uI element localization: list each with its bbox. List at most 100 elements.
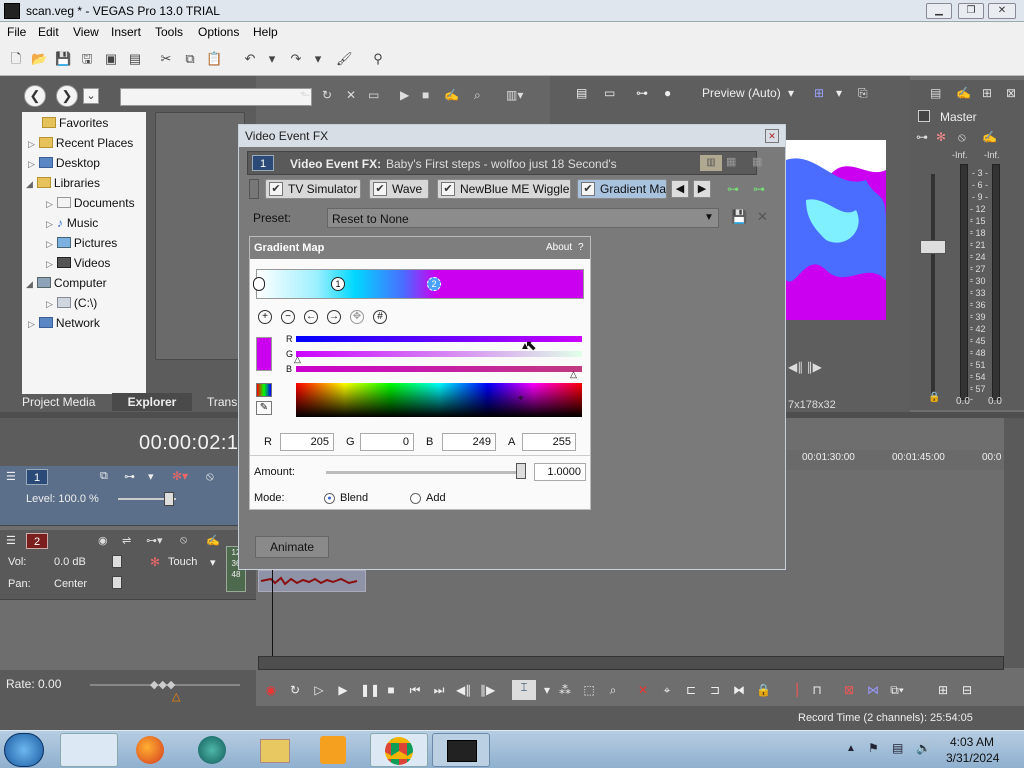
mute-track-icon[interactable]: ⦸: [180, 534, 187, 547]
vegas-taskbar-icon[interactable]: [432, 733, 490, 767]
play-from-start-icon[interactable]: ▷: [312, 683, 326, 697]
history-dropdown-icon[interactable]: ⌄: [83, 88, 99, 104]
expand-arrow-icon[interactable]: ▷: [46, 239, 53, 249]
preview-quality-arrow-icon[interactable]: ▾: [788, 86, 794, 100]
split-screen-icon[interactable]: ●: [664, 86, 671, 100]
record-icon[interactable]: ◉: [264, 683, 278, 697]
menu-edit[interactable]: Edit: [38, 25, 59, 39]
amount-input[interactable]: 1.0000: [534, 463, 586, 481]
chain-left-arrow-icon[interactable]: ◀: [671, 180, 689, 198]
pan-slider-handle[interactable]: [112, 576, 122, 589]
tree-item-network[interactable]: ▷ Network: [28, 316, 100, 330]
tree-item-music[interactable]: ▷ ♪ Music: [46, 216, 98, 230]
minimize-button[interactable]: ▁: [926, 3, 952, 19]
gradient-stop-2[interactable]: 2: [427, 277, 441, 291]
copy-snapshot-icon[interactable]: ⎘: [858, 86, 868, 101]
r-slider[interactable]: [296, 336, 582, 342]
preset-dropdown-arrow-icon[interactable]: ▼: [704, 212, 714, 223]
enable-checkbox[interactable]: ✔: [581, 182, 595, 196]
expand-arrow-icon[interactable]: ▷: [28, 319, 35, 329]
timeline-vscroll[interactable]: [1004, 418, 1024, 668]
chain-right-arrow-icon[interactable]: ▶: [693, 180, 711, 198]
show-hidden-icons[interactable]: ▲: [846, 743, 856, 754]
gradient-bar[interactable]: 1 2: [253, 269, 584, 299]
new-icon[interactable]: 🗋: [8, 51, 24, 67]
tree-item-desktop[interactable]: ▷ Desktop: [28, 156, 100, 170]
tree-item-drive-c[interactable]: ▷ (C:\): [46, 296, 97, 310]
insert-marker-icon[interactable]: ▕: [786, 683, 800, 697]
tab-transitions[interactable]: Transi: [207, 395, 240, 409]
expand-arrow-icon[interactable]: ▷: [46, 219, 53, 229]
help-link[interactable]: ?: [578, 242, 584, 253]
tree-item-pictures[interactable]: ▷ Pictures: [46, 236, 117, 250]
master-fader-handle[interactable]: [920, 240, 946, 254]
split-icon[interactable]: ⧓: [732, 683, 746, 697]
menu-file[interactable]: File: [7, 25, 26, 39]
master-settings-icon[interactable]: ▤: [930, 86, 941, 100]
play-icon[interactable]: ▶: [336, 683, 350, 697]
level-slider-handle[interactable]: [164, 492, 174, 506]
tree-item-videos[interactable]: ▷ Videos: [46, 256, 110, 270]
enable-checkbox[interactable]: ✔: [441, 182, 455, 196]
media-app-taskbar-icon[interactable]: [198, 736, 226, 764]
chain-view-icon[interactable]: ▥: [700, 155, 722, 171]
add-fx-icon[interactable]: ⊶: [727, 182, 739, 196]
chain-scroll-handle[interactable]: [249, 179, 259, 199]
gradient-stop-1[interactable]: 1: [331, 277, 345, 291]
network-tray-icon[interactable]: ▤: [892, 741, 903, 755]
g-slider[interactable]: [296, 351, 582, 357]
mute-track-icon[interactable]: ⦸: [206, 469, 214, 484]
selection-tool-icon[interactable]: ⬚: [582, 683, 596, 697]
expand-arrow-icon[interactable]: ▷: [28, 139, 35, 149]
mode-add-radio[interactable]: [410, 493, 421, 504]
eyedropper-icon[interactable]: ✎: [256, 401, 272, 415]
copy-icon[interactable]: ⧉: [182, 51, 198, 67]
clock-time[interactable]: 4:03 AM: [950, 735, 994, 749]
next-frame-icon[interactable]: ∥▶: [807, 360, 822, 374]
up-folder-icon[interactable]: ⬑: [300, 88, 310, 102]
add-stop-icon[interactable]: +: [258, 310, 272, 324]
solo-track-icon[interactable]: ✍: [206, 534, 220, 547]
menu-tools[interactable]: Tools: [155, 25, 183, 39]
dialog-close-icon[interactable]: ✕: [765, 129, 779, 143]
color-spectrum[interactable]: ⌖: [296, 383, 582, 417]
tree-item-libraries[interactable]: ◢ Libraries: [26, 176, 100, 190]
volume-tray-icon[interactable]: 🔊: [916, 741, 931, 755]
address-bar[interactable]: [120, 88, 312, 106]
tab-explorer[interactable]: Explorer: [112, 393, 192, 411]
automation-icon[interactable]: ✻: [150, 555, 160, 569]
chrome-taskbar-icon[interactable]: [370, 733, 428, 767]
g-slider-marker-icon[interactable]: △: [294, 354, 301, 365]
prev-stop-icon[interactable]: ←: [304, 310, 318, 324]
views-icon[interactable]: ▥▾: [506, 88, 523, 102]
remove-plugin-icon[interactable]: ▦: [752, 155, 762, 168]
play-preview-icon[interactable]: ▶: [400, 88, 409, 102]
plugin-chain-icon[interactable]: ▦: [726, 155, 736, 168]
brush-icon[interactable]: 🖌: [336, 51, 353, 67]
maximize-button[interactable]: ❐: [958, 3, 984, 19]
insert-region-icon[interactable]: ⊓: [810, 683, 824, 697]
tree-item-recent-places[interactable]: ▷ Recent Places: [28, 136, 133, 150]
explorer-taskbar-icon[interactable]: [260, 739, 290, 763]
solo-icon[interactable]: ⊞: [982, 86, 992, 100]
project-properties-icon[interactable]: ▤: [576, 86, 587, 100]
stop-preview-icon[interactable]: ■: [422, 88, 429, 102]
auto-crossfade-icon[interactable]: ⋈: [866, 683, 880, 697]
lock-event-icon[interactable]: 🔒: [756, 683, 771, 697]
delete-preset-icon[interactable]: ✕: [757, 209, 768, 225]
undo-dropdown-icon[interactable]: ▾: [264, 51, 280, 67]
touch-dropdown-icon[interactable]: ▾: [210, 556, 216, 569]
search-icon[interactable]: ⌕: [474, 88, 481, 103]
center-stop-icon[interactable]: ✥: [350, 310, 364, 324]
menu-view[interactable]: View: [73, 25, 99, 39]
downmix-icon[interactable]: ⊠: [1006, 86, 1016, 100]
audio-event[interactable]: [258, 570, 366, 592]
touch-mode[interactable]: Touch: [168, 556, 197, 568]
stop-icon[interactable]: ■: [384, 683, 398, 697]
menu-insert[interactable]: Insert: [111, 25, 141, 39]
loop-icon[interactable]: ↻: [288, 683, 302, 697]
track-motion-icon[interactable]: ⧉: [100, 470, 108, 483]
clock-date[interactable]: 3/31/2024: [946, 751, 999, 765]
forward-arrow-icon[interactable]: ❯: [56, 85, 78, 107]
menu-help[interactable]: Help: [253, 25, 278, 39]
